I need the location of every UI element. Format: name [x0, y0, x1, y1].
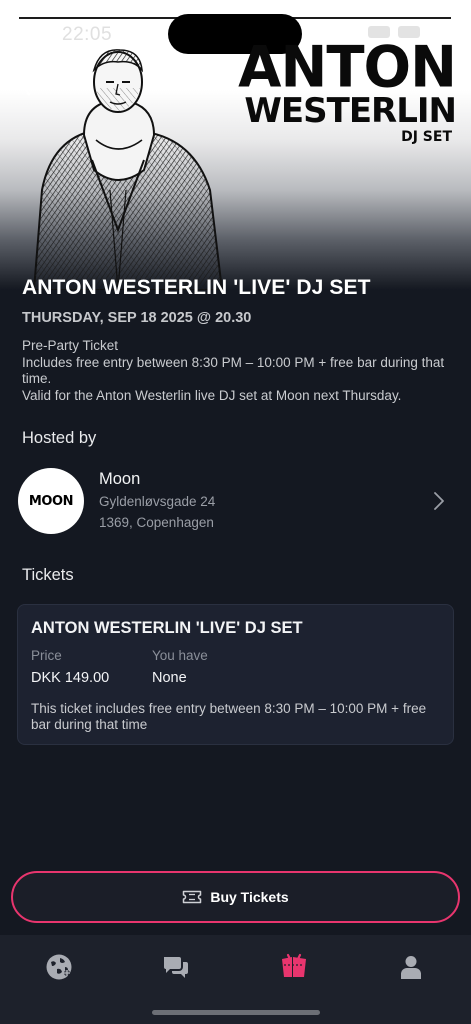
- ticket-icon: [183, 890, 202, 904]
- ticket-price-value: DKK 149.00: [31, 670, 110, 686]
- host-avatar: MOON: [18, 468, 84, 534]
- nav-item-discover[interactable]: [39, 947, 79, 987]
- ticket-description: This ticket includes free entry between …: [31, 701, 427, 732]
- profile-icon: [401, 956, 421, 979]
- tickets-heading: Tickets: [22, 566, 74, 584]
- ticket-title: ANTON WESTERLIN 'LIVE' DJ SET: [31, 619, 303, 637]
- hero-title-line1: ANTON: [238, 34, 457, 101]
- buy-tickets-label: Buy Tickets: [210, 889, 289, 905]
- event-description: Pre-Party Ticket Includes free entry bet…: [22, 338, 452, 404]
- ticket-you-have-value: None: [152, 670, 187, 686]
- event-description-line: Pre-Party Ticket: [22, 338, 119, 353]
- host-name: Moon: [99, 470, 141, 488]
- nav-item-tickets[interactable]: [274, 947, 314, 987]
- chat-icon: [164, 957, 188, 978]
- event-description-line: Includes free entry between 8:30 PM – 10…: [22, 354, 445, 387]
- host-avatar-logo: MOON: [28, 493, 74, 509]
- event-hero-banner: 22:05 ANTON WESTERLIN DJ SET: [0, 0, 471, 290]
- event-title: ANTON WESTERLIN 'LIVE' DJ SET: [22, 276, 371, 299]
- globe-icon: [46, 954, 72, 980]
- host-address-city: 1369, Copenhagen: [99, 515, 214, 530]
- hero-title: ANTON WESTERLIN DJ SET: [196, 34, 457, 145]
- host-venue-row[interactable]: MOON Moon Gyldenløvsgade 24 1369, Copenh…: [18, 466, 458, 538]
- event-description-line: Valid for the Anton Westerlin live DJ se…: [22, 387, 402, 403]
- tickets-icon: [282, 953, 306, 977]
- ticket-card[interactable]: ANTON WESTERLIN 'LIVE' DJ SET Price You …: [17, 604, 454, 745]
- buy-tickets-button[interactable]: Buy Tickets: [11, 871, 460, 923]
- nav-item-profile[interactable]: [391, 947, 431, 987]
- chevron-right-icon: [434, 492, 444, 510]
- host-address-street: Gyldenløvsgade 24: [99, 494, 216, 509]
- nav-item-messages[interactable]: [156, 947, 196, 987]
- home-indicator: [152, 1010, 320, 1015]
- hosted-by-heading: Hosted by: [22, 429, 97, 447]
- hero-title-line3: DJ SET: [401, 129, 452, 145]
- event-screen: 22:05 ANTON WESTERLIN DJ SET ANTON WESTE…: [0, 0, 471, 1024]
- event-date: THURSDAY, SEP 18 2025 @ 20.30: [22, 310, 252, 326]
- ticket-you-have-label: You have: [152, 648, 208, 663]
- ticket-price-label: Price: [31, 648, 62, 663]
